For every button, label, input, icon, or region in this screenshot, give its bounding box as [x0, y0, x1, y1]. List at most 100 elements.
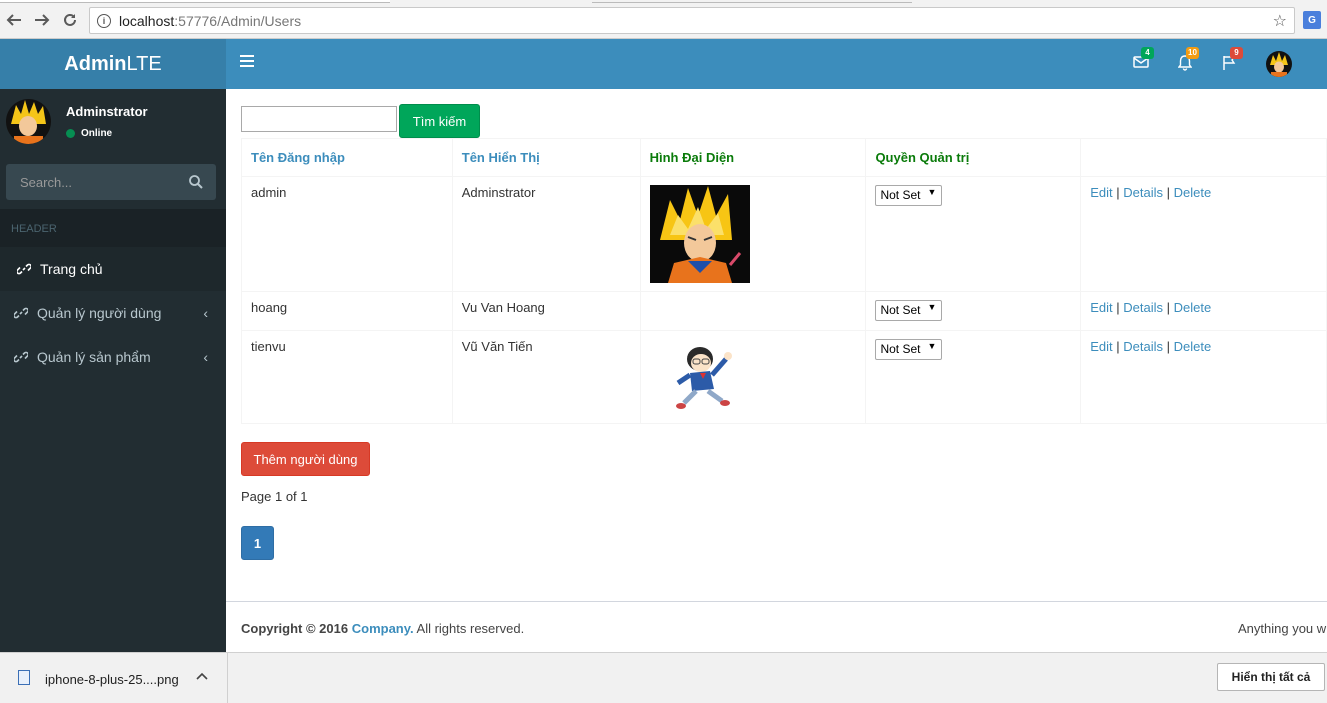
cell-display-name: Vu Van Hoang: [451, 291, 641, 331]
edit-link[interactable]: Edit: [1090, 339, 1112, 354]
separator: |: [1116, 300, 1120, 315]
cell-actions: Edit | Details | Delete: [1080, 291, 1327, 331]
flag-icon[interactable]: 9: [1222, 47, 1243, 75]
chevron-left-icon: ‹: [203, 349, 208, 365]
chevron-left-icon: ‹: [203, 305, 208, 321]
main-content: Tìm kiếm Tên Đăng nhập Tên Hiển Thị Hình…: [226, 89, 1327, 601]
translate-extension-icon[interactable]: G: [1303, 11, 1321, 29]
cell-display-name: Adminstrator: [451, 176, 641, 292]
sidebar-avatar: [6, 99, 51, 144]
sidebar: Adminstrator Online Search... HEADER Tra…: [0, 89, 226, 652]
sidebar-search-input[interactable]: Search...: [6, 164, 216, 200]
column-header-username[interactable]: Tên Đăng nhập: [241, 138, 453, 177]
footer: Copyright © 2016 Company. All rights res…: [226, 601, 1327, 652]
address-bar[interactable]: i localhost:57776/Admin/Users ☆: [89, 7, 1295, 34]
separator: |: [1116, 185, 1120, 200]
sidebar-footer-bg: [0, 601, 226, 652]
cell-actions: Edit | Details | Delete: [1080, 330, 1327, 424]
messages-badge: 4: [1141, 47, 1154, 59]
dropdown-arrow-icon: ▼: [927, 341, 937, 351]
copyright-text: Copyright © 2016 Company. All rights res…: [241, 621, 525, 636]
delete-link[interactable]: Delete: [1174, 185, 1212, 200]
details-link[interactable]: Details: [1123, 339, 1163, 354]
details-link[interactable]: Details: [1123, 300, 1163, 315]
cell-admin-role: Not Set ▼: [865, 176, 1082, 292]
user-search-input[interactable]: [241, 106, 397, 132]
cell-display-name: Vũ Văn Tiến: [451, 330, 641, 424]
show-all-downloads-button[interactable]: Hiển thị tất cả: [1217, 663, 1325, 691]
user-menu-avatar[interactable]: [1266, 51, 1292, 77]
sidebar-item-home[interactable]: Trang chủ: [0, 247, 226, 291]
separator: |: [1166, 185, 1171, 200]
table-header-row: Tên Đăng nhập Tên Hiển Thị Hình Đại Diện…: [241, 138, 1327, 177]
role-select[interactable]: Not Set ▼: [875, 300, 943, 321]
cell-admin-role: Not Set ▼: [865, 330, 1082, 424]
cell-admin-role: Not Set ▼: [865, 291, 1082, 331]
page-1-button[interactable]: 1: [241, 526, 274, 560]
role-select[interactable]: Not Set ▼: [875, 339, 943, 360]
bookmark-star-icon[interactable]: ☆: [1273, 11, 1287, 31]
role-select[interactable]: Not Set ▼: [875, 185, 943, 206]
tasks-badge: 9: [1230, 47, 1243, 59]
table-row: hoang Vu Van Hoang Not Set ▼ Edit | Detai…: [241, 291, 1327, 331]
separator: |: [1116, 339, 1120, 354]
cell-avatar: [639, 291, 867, 331]
link-icon: [14, 351, 28, 363]
app-logo[interactable]: Admin LTE: [0, 39, 226, 89]
details-link[interactable]: Details: [1123, 185, 1163, 200]
table-row: tienvu Vũ Văn Tiến Not Set ▼ Edit | Deta…: [241, 330, 1327, 424]
footer-right-text: Anything you w: [1238, 621, 1327, 636]
cell-username: hoang: [241, 291, 453, 331]
link-icon: [14, 307, 28, 319]
dropdown-arrow-icon: ▼: [927, 187, 937, 197]
conan-avatar-image: [663, 339, 744, 415]
chevron-up-icon[interactable]: [196, 668, 208, 683]
edit-link[interactable]: Edit: [1090, 300, 1112, 315]
users-table: Tên Đăng nhập Tên Hiển Thị Hình Đại Diện…: [241, 138, 1327, 424]
notifications-icon[interactable]: 10: [1177, 47, 1199, 75]
user-status: Online: [66, 128, 112, 139]
column-header-display-name[interactable]: Tên Hiển Thị: [451, 138, 641, 177]
user-panel: Adminstrator Online: [0, 89, 226, 159]
url-text: localhost:57776/Admin/Users: [119, 12, 302, 29]
cell-actions: Edit | Details | Delete: [1080, 176, 1327, 292]
image-file-icon: [18, 670, 30, 685]
sidebar-section-header: HEADER: [0, 209, 226, 247]
table-row: admin Adminstrator Not Set ▼ Edit | Deta…: [241, 176, 1327, 292]
notifications-badge: 10: [1186, 47, 1199, 59]
top-navbar: 4 10 9: [226, 39, 1327, 89]
cell-username: tienvu: [241, 330, 453, 424]
forward-icon[interactable]: [31, 9, 53, 31]
separator: |: [1166, 300, 1171, 315]
download-item[interactable]: iphone-8-plus-25....png: [0, 653, 228, 703]
company-link[interactable]: Company.: [352, 621, 414, 636]
sidebar-user-name: Adminstrator: [66, 104, 148, 119]
delete-link[interactable]: Delete: [1174, 300, 1212, 315]
column-header-actions: [1080, 138, 1327, 177]
separator: |: [1166, 339, 1171, 354]
column-header-avatar: Hình Đại Diện: [639, 138, 867, 177]
edit-link[interactable]: Edit: [1090, 185, 1112, 200]
search-button[interactable]: Tìm kiếm: [399, 104, 480, 138]
sidebar-toggle-icon[interactable]: [240, 55, 254, 67]
browser-toolbar: i localhost:57776/Admin/Users ☆ G: [0, 3, 1327, 39]
add-user-button[interactable]: Thêm người dùng: [241, 442, 370, 476]
search-icon[interactable]: [188, 174, 204, 190]
pagination-info: Page 1 of 1: [241, 489, 308, 504]
messages-icon[interactable]: 4: [1133, 47, 1154, 75]
download-bar: iphone-8-plus-25....png Hiển thị tất cả: [0, 652, 1327, 703]
online-status-dot-icon: [66, 129, 75, 138]
link-icon: [17, 263, 31, 275]
cell-avatar: [639, 176, 867, 292]
dropdown-arrow-icon: ▼: [927, 302, 937, 312]
sidebar-item-user-management[interactable]: Quản lý người dùng ‹: [0, 291, 226, 335]
delete-link[interactable]: Delete: [1174, 339, 1212, 354]
back-icon[interactable]: [3, 9, 25, 31]
reload-icon[interactable]: [59, 9, 81, 31]
cell-avatar: [639, 330, 867, 424]
sidebar-item-product-management[interactable]: Quản lý sản phẩm ‹: [0, 335, 226, 379]
download-file-name: iphone-8-plus-25....png: [45, 672, 179, 687]
info-icon[interactable]: i: [97, 13, 111, 28]
column-header-admin-role: Quyền Quản trị: [865, 138, 1082, 177]
goku-avatar-image: [649, 185, 750, 283]
